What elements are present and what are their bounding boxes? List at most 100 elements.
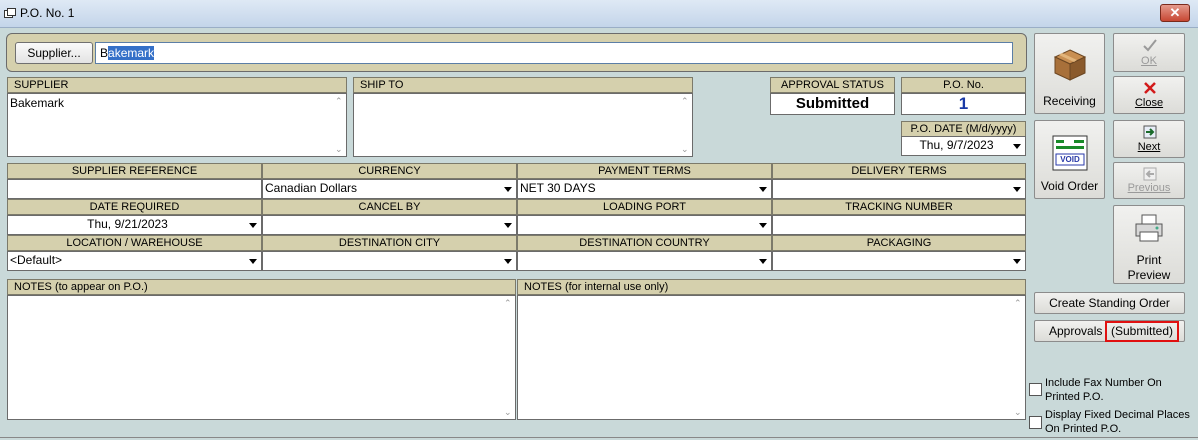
previous-arrow-icon (1143, 167, 1157, 181)
supplier-scrollbar[interactable]: ⌃ ⌄ (332, 94, 346, 156)
close-icon (1144, 82, 1156, 94)
po-number-header: P.O. No. (901, 77, 1026, 93)
printer-icon (1135, 214, 1163, 242)
notes-internal-header: NOTES (for internal use only) (517, 279, 1026, 295)
date-required-value: Thu, 9/21/2023 (87, 217, 168, 231)
previous-label: Previous (1127, 182, 1171, 194)
destination-country-header: DESTINATION COUNTRY (517, 235, 772, 251)
void-order-label: Void Order (1040, 179, 1099, 193)
include-fax-label: Include Fax Number On Printed P.O. (1045, 377, 1162, 403)
destination-city-header: DESTINATION CITY (262, 235, 517, 251)
previous-button[interactable]: Previous (1113, 162, 1185, 199)
approvals-button[interactable]: Approvals (Submitted) (1034, 320, 1185, 342)
loading-port-header: LOADING PORT (517, 199, 772, 215)
chevron-down-icon[interactable] (500, 253, 515, 269)
chevron-down-icon[interactable] (245, 217, 260, 233)
po-date-picker[interactable]: Thu, 9/7/2023 (901, 136, 1026, 156)
scroll-up-icon[interactable]: ⌃ (335, 97, 343, 106)
scroll-up-icon[interactable]: ⌃ (504, 299, 512, 308)
delivery-terms-select[interactable] (772, 179, 1026, 199)
ok-button[interactable]: OK (1113, 33, 1185, 72)
supplier-reference-input[interactable] (7, 179, 262, 199)
tracking-number-header: TRACKING NUMBER (772, 199, 1026, 215)
chevron-down-icon[interactable] (500, 181, 515, 197)
window-close-button[interactable]: ✕ (1160, 4, 1190, 22)
approval-status-value: Submitted (770, 93, 895, 115)
chevron-down-icon[interactable] (1009, 181, 1024, 197)
notes-internal-scrollbar[interactable]: ⌃ ⌄ (1011, 296, 1025, 419)
close-button[interactable]: Close (1113, 76, 1185, 114)
destination-city-select[interactable] (262, 251, 517, 271)
supplier-text: Bakemark (10, 96, 65, 110)
fixed-decimals-label: Display Fixed Decimal Places On Printed … (1045, 409, 1190, 435)
po-date-value: Thu, 9/7/2023 (919, 138, 994, 152)
scroll-up-icon[interactable]: ⌃ (681, 97, 689, 106)
void-order-button[interactable]: VOID Void Order (1034, 120, 1105, 199)
currency-select[interactable]: Canadian Dollars (262, 179, 517, 199)
print-preview-label-line1: Print (1136, 253, 1162, 267)
po-date-header: P.O. DATE (M/d/yyyy) (901, 121, 1026, 137)
supplier-textarea[interactable]: Bakemark ⌃ ⌄ (7, 93, 347, 157)
receiving-button[interactable]: Receiving (1034, 33, 1105, 114)
next-arrow-icon (1143, 125, 1157, 139)
scroll-down-icon[interactable]: ⌄ (1014, 408, 1022, 417)
ship-to-scrollbar[interactable]: ⌃ ⌄ (678, 94, 692, 156)
payment-terms-select[interactable]: NET 30 DAYS (517, 179, 772, 199)
print-preview-label: Print Preview (1114, 253, 1184, 283)
approval-status-header: APPROVAL STATUS (770, 77, 895, 93)
create-standing-order-button[interactable]: Create Standing Order (1034, 292, 1185, 314)
print-preview-button[interactable]: Print Preview (1113, 205, 1185, 284)
date-required-picker[interactable]: Thu, 9/21/2023 (7, 215, 262, 235)
notes-public-header: NOTES (to appear on P.O.) (7, 279, 516, 295)
currency-value: Canadian Dollars (265, 181, 358, 195)
chevron-down-icon[interactable] (245, 253, 260, 269)
scroll-down-icon[interactable]: ⌄ (335, 145, 343, 154)
chevron-down-icon[interactable] (755, 253, 770, 269)
chevron-down-icon[interactable] (500, 217, 515, 233)
title-bar: P.O. No. 1 ✕ (0, 0, 1198, 28)
chevron-down-icon[interactable] (1009, 138, 1024, 154)
scroll-up-icon[interactable]: ⌃ (1014, 299, 1022, 308)
currency-header: CURRENCY (262, 163, 517, 179)
chevron-down-icon[interactable] (755, 181, 770, 197)
ship-to-header: SHIP TO (353, 77, 693, 93)
payment-terms-header: PAYMENT TERMS (517, 163, 772, 179)
window-title: P.O. No. 1 (20, 6, 75, 20)
cancel-by-header: CANCEL BY (262, 199, 517, 215)
window-icon (4, 8, 16, 18)
location-warehouse-select[interactable]: <Default> (7, 251, 262, 271)
notes-public-scrollbar[interactable]: ⌃ ⌄ (501, 296, 515, 419)
scroll-down-icon[interactable]: ⌄ (504, 408, 512, 417)
ok-label: OK (1141, 55, 1157, 67)
next-label: Next (1137, 141, 1161, 153)
fixed-decimals-checkbox[interactable] (1029, 416, 1042, 429)
packaging-select[interactable] (772, 251, 1026, 271)
delivery-terms-header: DELIVERY TERMS (772, 163, 1026, 179)
approvals-status-badge: (Submitted) (1105, 321, 1179, 342)
supplier-lookup-button[interactable]: Supplier... (15, 42, 93, 64)
supplier-reference-header: SUPPLIER REFERENCE (7, 163, 262, 179)
supplier-input[interactable]: Bakemark (95, 42, 1013, 64)
cancel-by-picker[interactable] (262, 215, 517, 235)
receiving-label: Receiving (1043, 94, 1096, 108)
scroll-down-icon[interactable]: ⌄ (681, 145, 689, 154)
ship-to-textarea[interactable]: ⌃ ⌄ (353, 93, 693, 157)
supplier-header: SUPPLIER (7, 77, 347, 93)
payment-terms-value: NET 30 DAYS (520, 181, 596, 195)
chevron-down-icon[interactable] (1009, 253, 1024, 269)
tracking-number-input[interactable] (772, 215, 1026, 235)
approvals-label: Approvals (1049, 324, 1103, 338)
box-icon (1053, 49, 1087, 81)
include-fax-checkbox[interactable] (1029, 383, 1042, 396)
location-warehouse-header: LOCATION / WAREHOUSE (7, 235, 262, 251)
next-button[interactable]: Next (1113, 120, 1185, 158)
po-number-value: 1 (901, 93, 1026, 115)
destination-country-select[interactable] (517, 251, 772, 271)
notes-internal-textarea[interactable]: ⌃ ⌄ (517, 295, 1026, 420)
loading-port-select[interactable] (517, 215, 772, 235)
notes-public-textarea[interactable]: ⌃ ⌄ (7, 295, 516, 420)
chevron-down-icon[interactable] (755, 217, 770, 233)
packaging-header: PACKAGING (772, 235, 1026, 251)
date-required-header: DATE REQUIRED (7, 199, 262, 215)
supplier-panel: Supplier... Bakemark (6, 33, 1027, 72)
